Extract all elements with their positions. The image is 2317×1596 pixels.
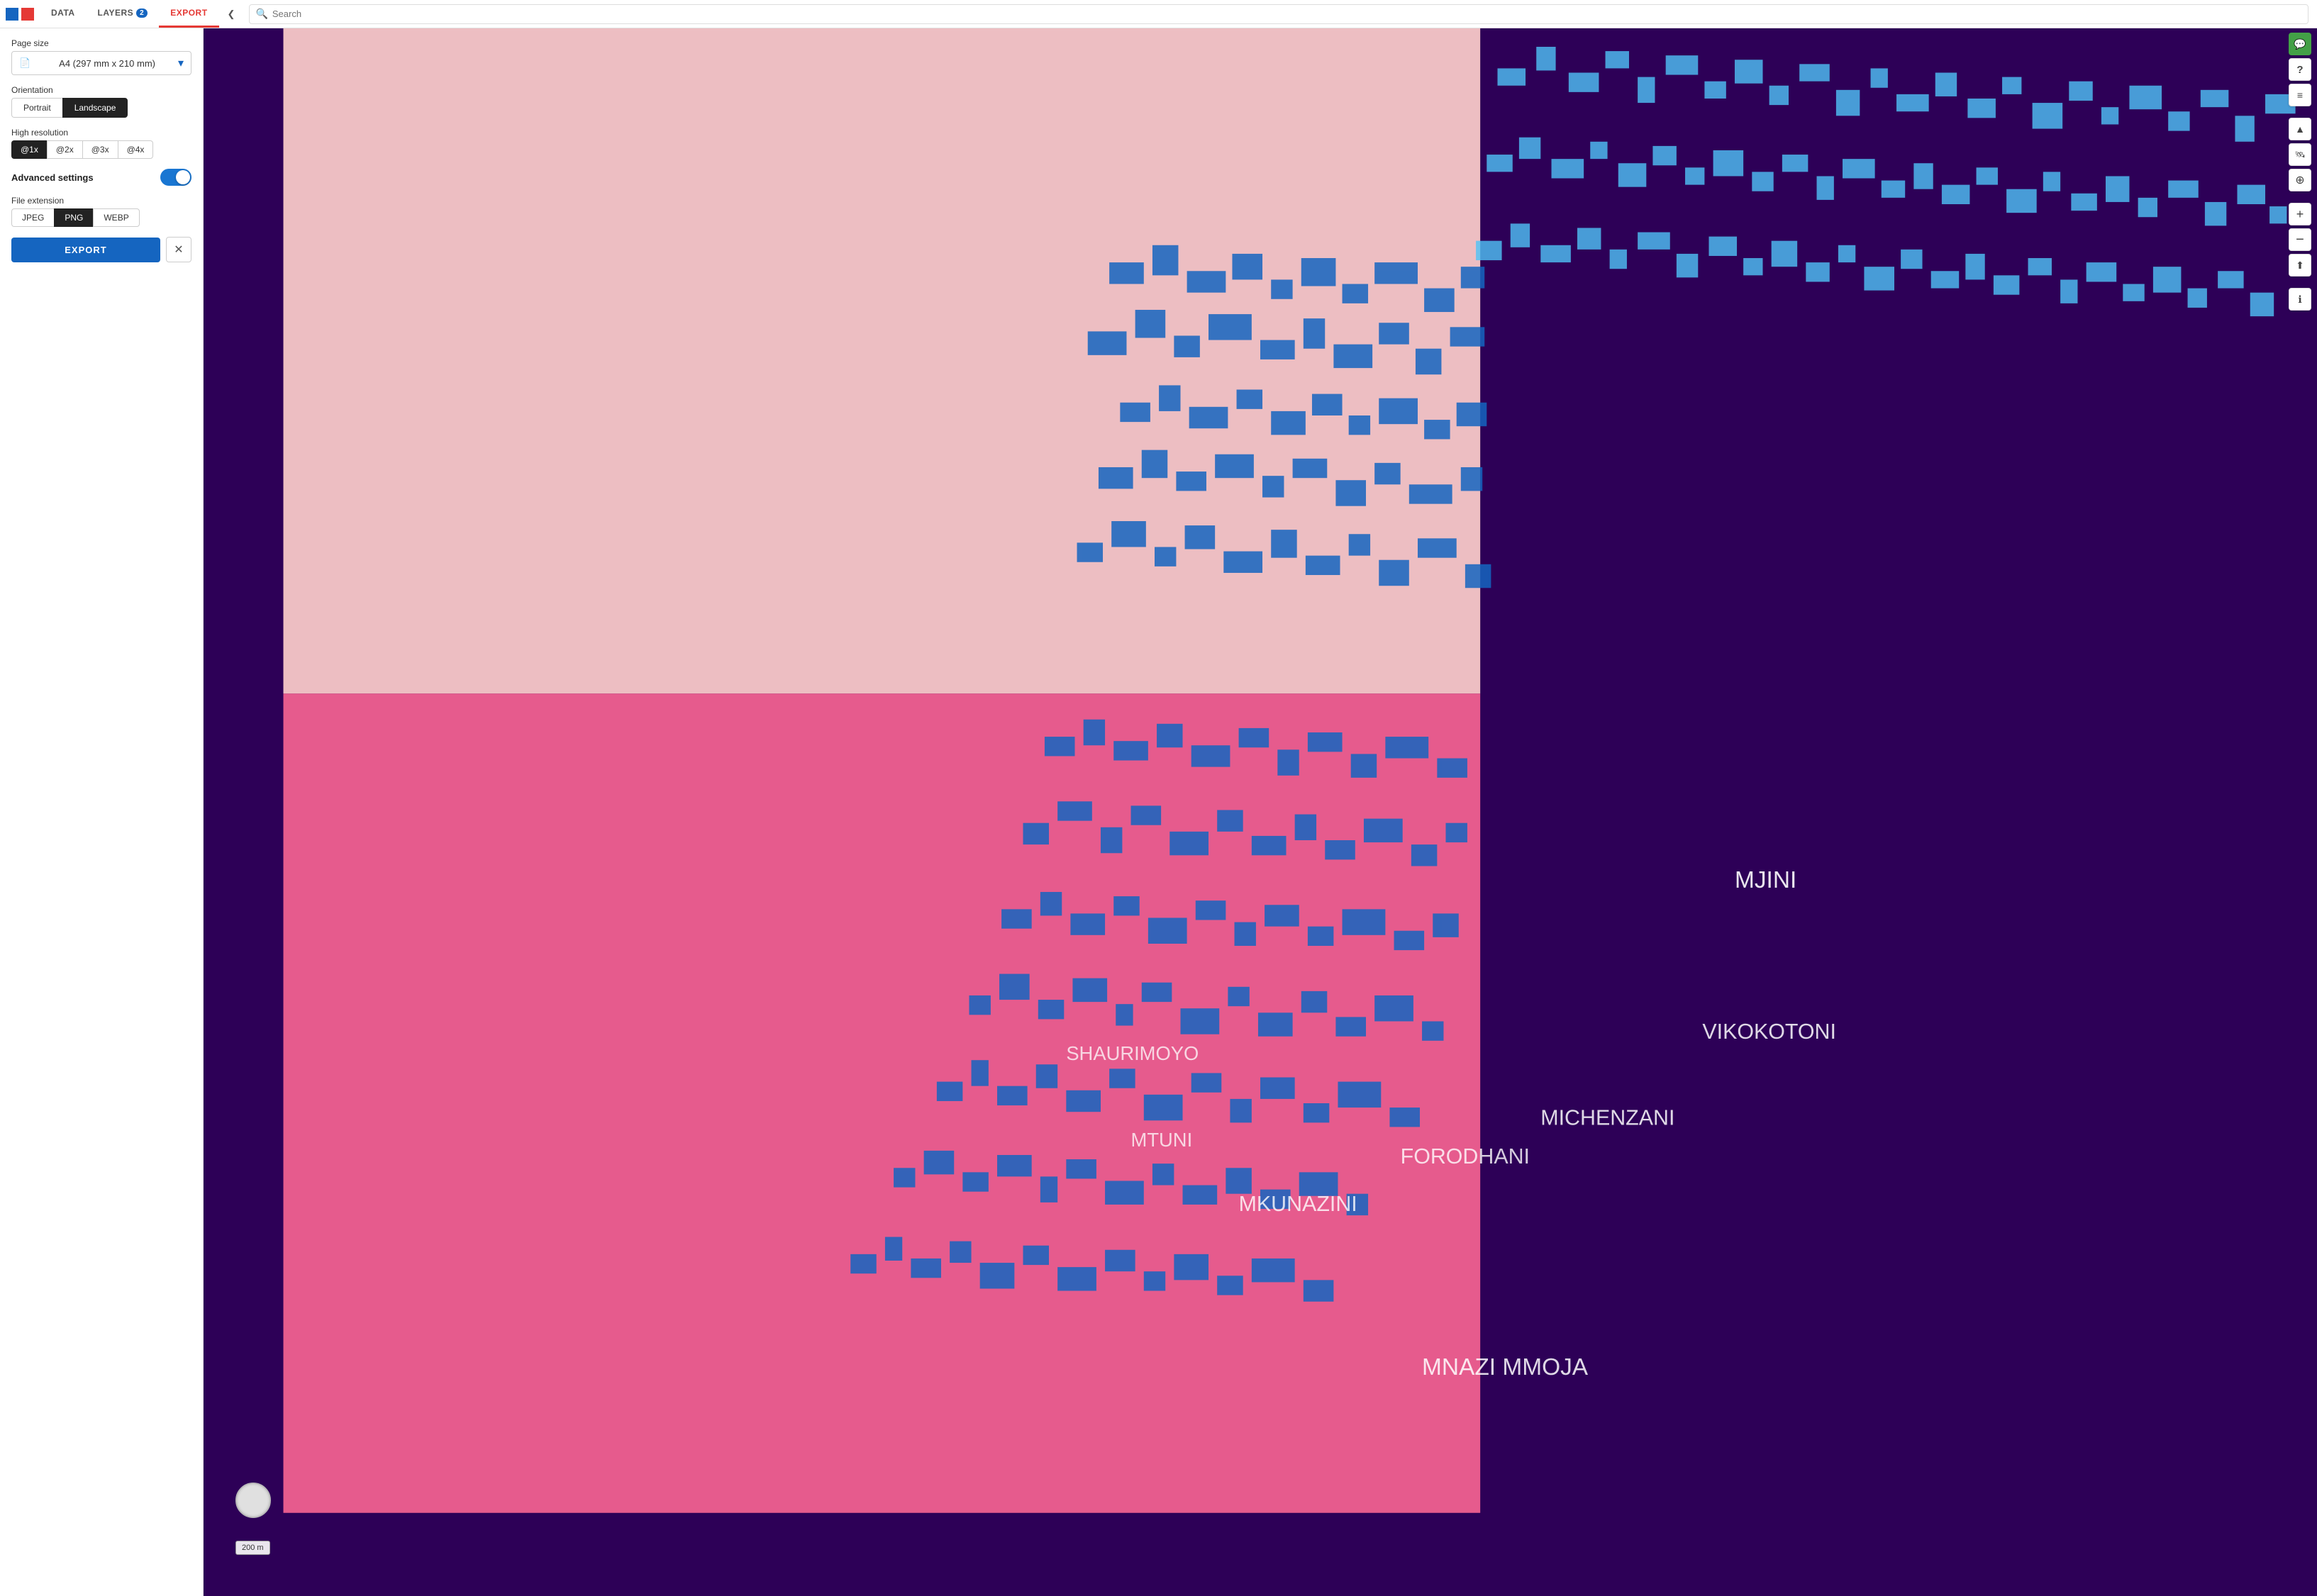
zoom-in-button[interactable]: + [2289,203,2311,225]
svg-text:MICHENZANI: MICHENZANI [1540,1105,1674,1129]
locate-icon: ⊕ [2295,173,2304,187]
search-input[interactable] [272,9,2302,19]
map-area[interactable]: MJINI VIKOKOTONI MICHENZANI FORODHANI MK… [204,28,2317,1596]
chat-icon: 💬 [2294,38,2306,50]
terrain-button[interactable]: ▲ [2289,118,2311,140]
high-res-section: High resolution @1x @2x @3x @4x [11,128,191,159]
orientation-group: Portrait Landscape [11,98,191,118]
resolution-group: @1x @2x @3x @4x [11,140,191,159]
file-ext-section: File extension JPEG PNG WEBP [11,196,191,227]
jpeg-button[interactable]: JPEG [11,208,54,227]
logo-blue [6,8,18,21]
svg-text:SHAURIMOYO: SHAURIMOYO [1066,1042,1199,1064]
orientation-section: Orientation Portrait Landscape [11,85,191,118]
zoom-in-icon: + [2296,207,2304,222]
menu-button[interactable]: ≡ [2289,84,2311,106]
help-button[interactable]: ? [2289,58,2311,81]
collapse-button[interactable]: ❮ [222,6,241,23]
satellite-icon: 🛰 [2294,150,2305,160]
north-button[interactable]: ⬆ [2289,254,2311,277]
main-layout: Page size 📄 A4 (297 mm x 210 mm) ▾ Orien… [0,28,2317,1596]
cancel-button[interactable]: ✕ [166,237,191,262]
res-3x-button[interactable]: @3x [82,140,118,159]
png-button[interactable]: PNG [54,208,93,227]
high-res-label: High resolution [11,128,191,138]
chat-button[interactable]: 💬 [2289,33,2311,55]
tab-layers[interactable]: LAYERS 2 [87,0,160,28]
page-size-dropdown[interactable]: 📄 A4 (297 mm x 210 mm) ▾ [11,51,191,75]
page-size-value: A4 (297 mm x 210 mm) [59,58,155,69]
close-icon: ✕ [174,242,183,257]
north-icon: ⬆ [2296,260,2304,272]
sidebar: Page size 📄 A4 (297 mm x 210 mm) ▾ Orien… [0,28,204,1596]
zoom-out-button[interactable]: − [2289,228,2311,251]
menu-icon: ≡ [2297,89,2303,101]
tabs: DATA LAYERS 2 EXPORT ❮ [40,0,240,28]
portrait-button[interactable]: Portrait [11,98,62,118]
export-button[interactable]: EXPORT [11,238,160,262]
info-button[interactable]: ℹ [2289,288,2311,311]
orientation-label: Orientation [11,85,191,95]
res-2x-button[interactable]: @2x [47,140,82,159]
file-ext-label: File extension [11,196,191,206]
res-1x-button[interactable]: @1x [11,140,47,159]
webp-button[interactable]: WEBP [93,208,139,227]
tab-export[interactable]: EXPORT [159,0,218,28]
scale-label: 200 m [235,1541,270,1555]
compass [235,1483,271,1518]
page-size-label: Page size [11,38,191,48]
logo-area [0,8,40,21]
locate-button[interactable]: ⊕ [2289,169,2311,191]
info-icon: ℹ [2298,294,2301,306]
layers-badge: 2 [136,9,148,18]
right-controls: 💬 ? ≡ ▲ 🛰 ⊕ [2289,28,2311,311]
scale-bar: 200 m [235,1541,270,1555]
help-icon: ? [2296,64,2303,76]
res-4x-button[interactable]: @4x [118,140,154,159]
chevron-down-icon: ▾ [178,56,184,70]
search-bar[interactable]: 🔍 [249,4,2308,24]
app-container: DATA LAYERS 2 EXPORT ❮ 🔍 Page size 📄 [0,0,2317,1596]
export-row: EXPORT ✕ [11,237,191,262]
svg-text:VIKOKOTONI: VIKOKOTONI [1702,1020,1836,1044]
tab-data[interactable]: DATA [40,0,87,28]
advanced-toggle[interactable] [160,169,191,186]
svg-text:MNAZI MMOJA: MNAZI MMOJA [1422,1354,1589,1380]
landscape-button[interactable]: Landscape [62,98,128,118]
page-size-section: Page size 📄 A4 (297 mm x 210 mm) ▾ [11,38,191,75]
advanced-row: Advanced settings [11,169,191,186]
satellite-button[interactable]: 🛰 [2289,143,2311,166]
svg-text:MKUNAZINI: MKUNAZINI [1239,1192,1357,1216]
zoom-out-icon: − [2296,232,2304,248]
logo-red [21,8,34,21]
terrain-icon: ▲ [2295,123,2305,135]
advanced-section: Advanced settings [11,169,191,186]
svg-text:FORODHANI: FORODHANI [1401,1144,1530,1168]
file-icon: 📄 [19,57,30,69]
search-icon: 🔍 [255,8,267,20]
svg-text:MTUNI: MTUNI [1131,1129,1193,1151]
svg-text:MJINI: MJINI [1735,867,1796,893]
ext-group: JPEG PNG WEBP [11,208,191,227]
top-bar: DATA LAYERS 2 EXPORT ❮ 🔍 [0,0,2317,28]
advanced-label: Advanced settings [11,172,94,183]
map-background: MJINI VIKOKOTONI MICHENZANI FORODHANI MK… [204,28,2317,1596]
